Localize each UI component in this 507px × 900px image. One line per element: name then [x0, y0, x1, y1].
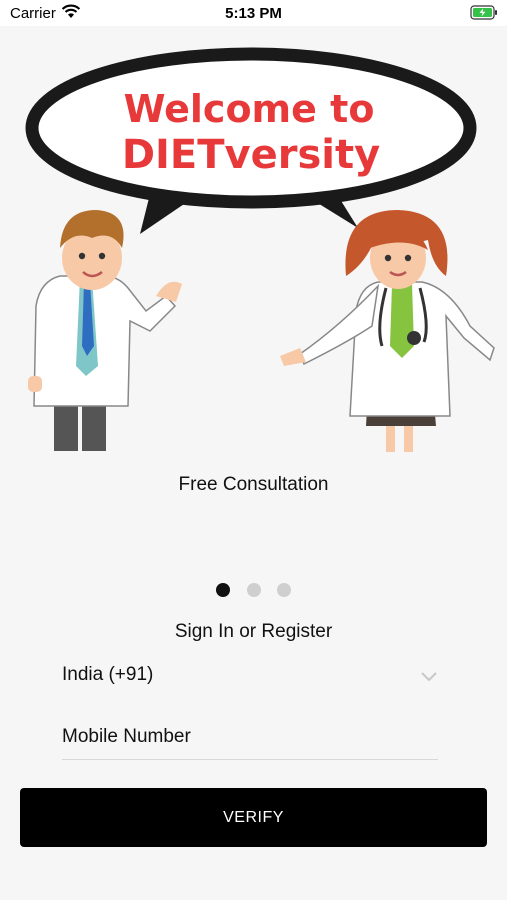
- mobile-number-input[interactable]: [62, 726, 438, 748]
- speech-bubble: Welcome to DIETversity: [25, 47, 477, 234]
- page-dot-3[interactable]: [276, 583, 291, 597]
- verify-button[interactable]: VERIFY: [20, 788, 487, 847]
- bubble-line-1: Welcome to: [124, 87, 375, 131]
- battery-charging-icon: [470, 5, 498, 25]
- bubble-line-2: DIETversity: [122, 132, 380, 178]
- signin-heading: Sign In or Register: [174, 621, 333, 642]
- page-dot-2[interactable]: [246, 583, 261, 597]
- welcome-illustration: Welcome to DIETversity: [0, 26, 507, 456]
- clock: 5:13 PM: [225, 5, 282, 22]
- carousel-caption: Free Consultation: [178, 474, 329, 495]
- mobile-number-field[interactable]: [62, 726, 438, 760]
- male-doctor-figure: [28, 210, 182, 451]
- country-code-value: India (+91): [62, 664, 154, 685]
- chevron-down-icon[interactable]: [420, 667, 438, 689]
- carousel-page-indicator[interactable]: [0, 583, 507, 602]
- status-bar: Carrier 5:13 PM: [0, 0, 507, 26]
- female-doctor-figure: [280, 210, 495, 452]
- page-dot-1[interactable]: [216, 583, 231, 597]
- country-code-select[interactable]: India (+91): [62, 664, 438, 692]
